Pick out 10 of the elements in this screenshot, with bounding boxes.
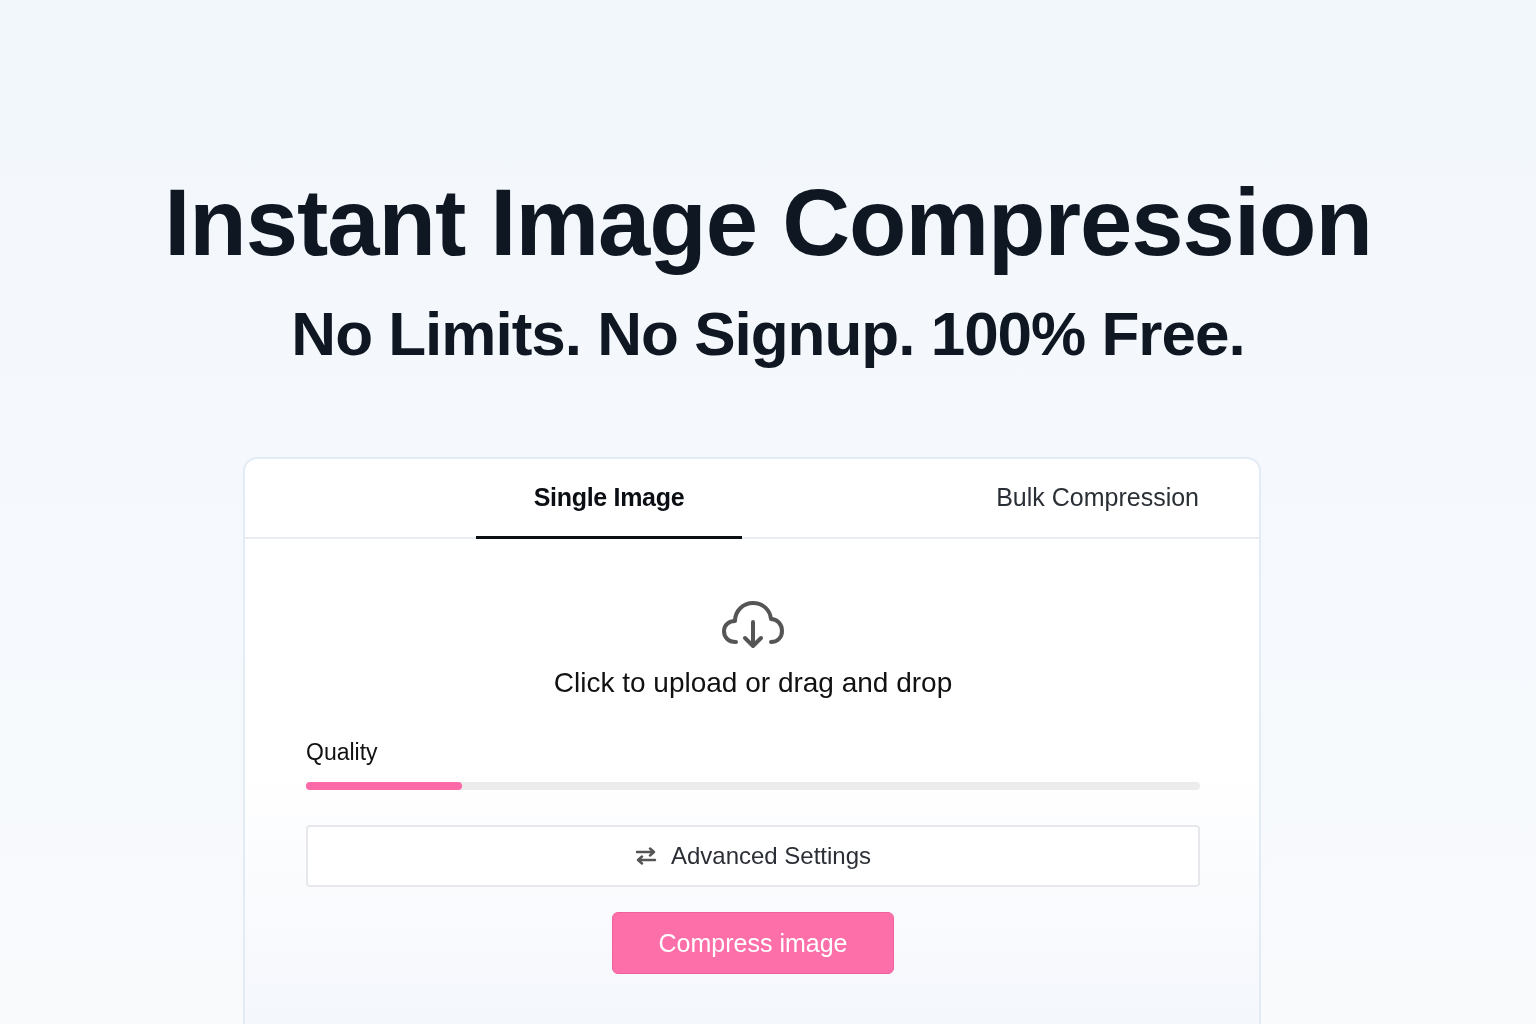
quality-slider[interactable] (306, 782, 1200, 790)
tab[interactable]: Bulk Compression (996, 459, 1199, 539)
swap-arrows-icon (634, 847, 657, 865)
advanced-settings-button[interactable]: Advanced Settings (306, 825, 1200, 887)
page-title: Instant Image Compression (164, 169, 1372, 277)
page-subtitle: No Limits. No Signup. 100% Free. (291, 298, 1245, 370)
cloud-download-icon (722, 600, 784, 650)
quality-label: Quality (306, 738, 379, 766)
upload-prompt[interactable]: Click to upload or drag and drop (553, 666, 953, 700)
tab[interactable]: Single Image (476, 459, 742, 539)
